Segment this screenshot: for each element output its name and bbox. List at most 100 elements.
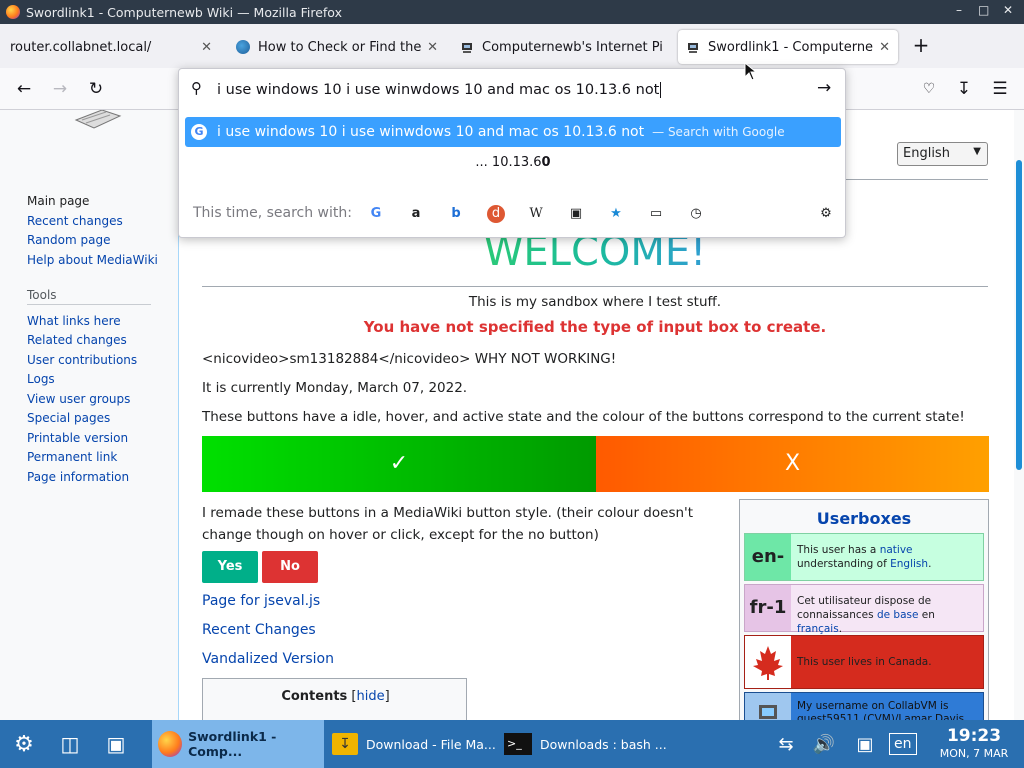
taskbar-app-file-manager[interactable]: ↧ Download - File Ma... — [326, 720, 496, 768]
close-tab-icon[interactable]: ✕ — [879, 40, 890, 55]
close-tab-icon[interactable]: ✕ — [427, 40, 438, 55]
toc-hide-bracket-close: ] — [384, 689, 390, 704]
display-icon[interactable]: ▣ — [848, 720, 882, 768]
suggestion-second[interactable]: ... 10.13.60 — [179, 155, 847, 170]
url-input[interactable]: i use windows 10 i use winwdows 10 and m… — [217, 79, 817, 101]
terminal-icon: >_ — [504, 733, 532, 755]
yes-big-button[interactable]: ✓ — [202, 436, 596, 492]
clock-time[interactable]: 19:23 — [926, 726, 1022, 746]
network-icon[interactable]: ⇆ — [772, 720, 800, 768]
tab-how-to-check[interactable]: How to Check or Find the Op ✕ — [228, 30, 446, 64]
scrollbar-thumb[interactable] — [1016, 160, 1022, 470]
sidebar-page-information[interactable]: Page information — [27, 470, 129, 484]
new-tab-icon[interactable]: + — [910, 34, 932, 56]
google-engine-icon[interactable]: G — [367, 205, 385, 223]
link-vandalized-version[interactable]: Vandalized Version — [202, 651, 334, 667]
userbox-text: . — [928, 558, 932, 570]
userbox-link-de-base[interactable]: de base — [877, 609, 919, 621]
oneoff-label: This time, search with: — [193, 205, 352, 221]
keyboard-layout-label: en — [889, 733, 917, 755]
maximize-icon[interactable]: □ — [978, 3, 989, 17]
menu-icon[interactable]: ☰ — [989, 78, 1011, 100]
gear-icon[interactable]: ⚙ — [817, 205, 835, 223]
taskbar-app-label: Downloads : bash ... — [540, 736, 667, 752]
taskbar-app-terminal[interactable]: >_ Downloads : bash ... — [498, 720, 668, 768]
reload-icon[interactable]: ↻ — [85, 78, 107, 100]
system-taskbar: ⚙ ◫ ▣ Swordlink1 - Comp... ↧ Download - … — [0, 720, 1024, 768]
sidebar-special-pages[interactable]: Special pages — [27, 411, 110, 425]
wikipedia-engine-icon[interactable]: W — [527, 205, 545, 223]
tab-computernewb-internet[interactable]: Computernewb's Internet Pi — [452, 30, 670, 64]
taskbar-app-label: Download - File Ma... — [366, 736, 496, 752]
text-cursor — [660, 82, 662, 98]
toc-title: Contents — [281, 689, 348, 704]
tools-divider — [27, 304, 151, 305]
userbox-code: en-N — [745, 534, 791, 613]
history-icon[interactable]: ◷ — [687, 205, 705, 223]
error-message: You have not specified the type of input… — [363, 318, 827, 336]
downloads-icon[interactable]: ↧ — [953, 78, 975, 100]
sidebar-logs[interactable]: Logs — [27, 372, 55, 386]
window-title-bar: Swordlink1 - Computernewb Wiki — Mozilla… — [0, 0, 1024, 24]
userboxes-title[interactable]: Userboxes — [740, 509, 988, 528]
bookmarks-star-icon[interactable]: ★ — [607, 205, 625, 223]
workspace-icon[interactable]: ▣ — [98, 720, 134, 768]
sidebar-random-page[interactable]: Random page — [27, 233, 110, 247]
computernewb-icon — [462, 43, 472, 53]
userbox-link-native[interactable]: native — [880, 544, 913, 556]
close-tab-icon[interactable]: ✕ — [201, 40, 212, 55]
forward-icon[interactable]: → — [49, 78, 71, 100]
userbox-text: en — [918, 609, 935, 621]
userbox-link-francais[interactable]: français — [797, 623, 839, 635]
tools-heading: Tools — [27, 288, 57, 302]
date-text: It is currently Monday, March 07, 2022. — [202, 380, 468, 396]
google-icon: G — [191, 124, 207, 140]
close-window-icon[interactable]: ✕ — [1003, 3, 1013, 17]
sidebar-printable-version[interactable]: Printable version — [27, 431, 128, 445]
show-desktop-icon[interactable]: ◫ — [52, 720, 88, 768]
page-scrollbar[interactable] — [1014, 110, 1024, 720]
duckduckgo-engine-icon[interactable]: d — [487, 205, 505, 223]
keyboard-layout[interactable]: en — [889, 720, 919, 768]
volume-icon[interactable]: 🔊 — [810, 720, 838, 768]
clock-date: MON, 7 MAR — [939, 747, 1009, 760]
go-arrow-icon[interactable]: → — [817, 78, 831, 98]
sidebar-permanent-link[interactable]: Permanent link — [27, 450, 117, 464]
app-menu-icon[interactable]: ⚙ — [6, 720, 42, 768]
sidebar-main-page[interactable]: Main page — [27, 194, 89, 208]
tab-router[interactable]: router.collabnet.local/ ✕ — [2, 30, 220, 64]
suggestion-search-google[interactable]: G i use windows 10 i use winwdows 10 and… — [185, 117, 841, 147]
userbox-en-n: en-N This user has a native understandin… — [744, 533, 984, 613]
no-big-button[interactable]: X — [596, 436, 989, 492]
no-button[interactable]: No — [262, 551, 318, 583]
tab-bar: router.collabnet.local/ ✕ How to Check o… — [0, 24, 1024, 68]
userbox-link-english[interactable]: English — [890, 558, 928, 570]
bing-engine-icon[interactable]: b — [447, 205, 465, 223]
sidebar-related-changes[interactable]: Related changes — [27, 333, 127, 347]
tabs-icon[interactable]: ▭ — [647, 205, 665, 223]
sidebar-what-links-here[interactable]: What links here — [27, 314, 121, 328]
userbox-text: This user has a — [797, 544, 880, 556]
sidebar-user-contributions[interactable]: User contributions — [27, 353, 137, 367]
sidebar-recent-changes[interactable]: Recent changes — [27, 214, 123, 228]
minimize-icon[interactable]: – — [956, 3, 962, 17]
folder-download-icon: ↧ — [332, 733, 358, 755]
language-select[interactable]: English ▼ — [897, 142, 988, 166]
amazon-engine-icon[interactable]: a — [407, 205, 425, 223]
pocket-icon[interactable]: ♡ — [918, 78, 940, 100]
wiki-sidebar: Main page Recent changes Random page Hel… — [0, 110, 178, 720]
chevron-down-icon: ▼ — [973, 146, 981, 157]
sidebar-help[interactable]: Help about MediaWiki — [27, 253, 158, 267]
yes-button[interactable]: Yes — [202, 551, 258, 583]
userbox-code: fr-1 — [745, 585, 791, 631]
tab-swordlink1[interactable]: Swordlink1 - Computernew ✕ — [678, 30, 898, 64]
suggestion-bold: 0 — [541, 155, 551, 170]
computernewb-engine-icon[interactable]: ▣ — [567, 205, 585, 223]
link-jseval[interactable]: Page for jseval.js — [202, 593, 320, 609]
toc-hide-link[interactable]: hide — [357, 689, 385, 704]
taskbar-app-firefox[interactable]: Swordlink1 - Comp... — [152, 720, 324, 768]
sidebar-view-user-groups[interactable]: View user groups — [27, 392, 130, 406]
back-icon[interactable]: ← — [13, 78, 35, 100]
link-recent-changes[interactable]: Recent Changes — [202, 622, 316, 638]
firefox-icon — [6, 5, 20, 19]
